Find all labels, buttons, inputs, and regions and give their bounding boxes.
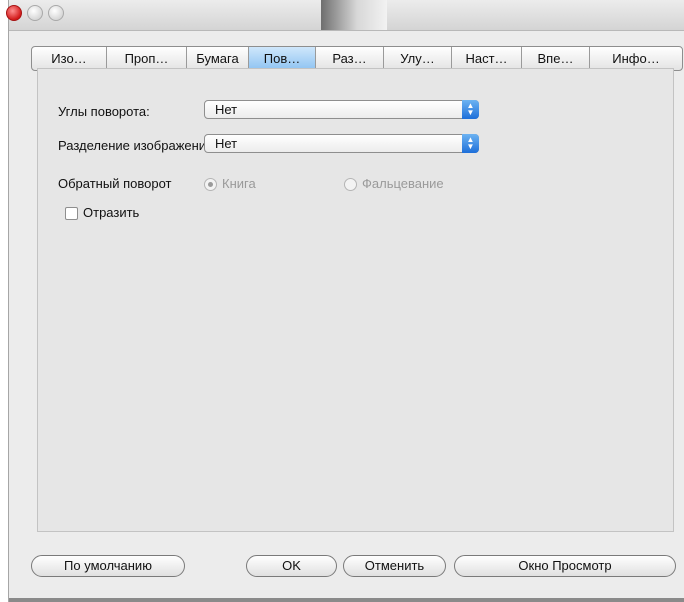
tab-imprinter[interactable]: Впе… [522, 47, 590, 70]
defaults-button[interactable]: По умолчанию [31, 555, 185, 577]
reverse-rotation-label: Обратный поворот [58, 176, 172, 191]
rotation-panel: Углы поворота: Нет ▲ ▼ Разделение изображ… [37, 68, 674, 532]
radio-book-label: Книга [222, 176, 256, 191]
mirror-label: Отразить [83, 205, 140, 220]
title-bar [6, 0, 684, 31]
tab-properties[interactable]: Проп… [107, 47, 187, 70]
window-bottom-edge [9, 598, 684, 602]
mirror-checkbox[interactable] [65, 207, 78, 220]
ok-button[interactable]: OK [246, 555, 337, 577]
popup-arrows-icon: ▲ ▼ [462, 134, 479, 153]
popup-arrows-icon: ▲ ▼ [462, 100, 479, 119]
dialog-window: Изо… Проп… Бумага Пов… Раз… Улу… Наст… В… [6, 0, 684, 602]
rotation-angle-label: Углы поворота: [58, 104, 150, 119]
image-split-select[interactable]: Нет ▲ ▼ [204, 134, 479, 153]
cancel-button[interactable]: Отменить [343, 555, 446, 577]
tab-settings[interactable]: Наст… [452, 47, 522, 70]
tab-split[interactable]: Раз… [316, 47, 384, 70]
tab-paper[interactable]: Бумага [187, 47, 249, 70]
minimize-window-button[interactable] [27, 5, 43, 21]
tab-info[interactable]: Инфо… [590, 47, 682, 70]
image-split-label: Разделение изображения [58, 138, 204, 153]
radio-book[interactable] [204, 178, 217, 191]
close-window-button[interactable] [6, 5, 22, 21]
radio-fanfold[interactable] [344, 178, 357, 191]
tab-image[interactable]: Изо… [32, 47, 107, 70]
title-preview-image [321, 0, 387, 30]
radio-fanfold-label: Фальцевание [362, 176, 444, 191]
preview-window-button[interactable]: Окно Просмотр [454, 555, 676, 577]
zoom-window-button[interactable] [48, 5, 64, 21]
rotation-angle-select[interactable]: Нет ▲ ▼ [204, 100, 479, 119]
rotation-angle-value: Нет [215, 102, 238, 117]
tab-enhancement[interactable]: Улу… [384, 47, 452, 70]
image-split-value: Нет [215, 136, 238, 151]
tab-rotation[interactable]: Пов… [249, 47, 316, 70]
